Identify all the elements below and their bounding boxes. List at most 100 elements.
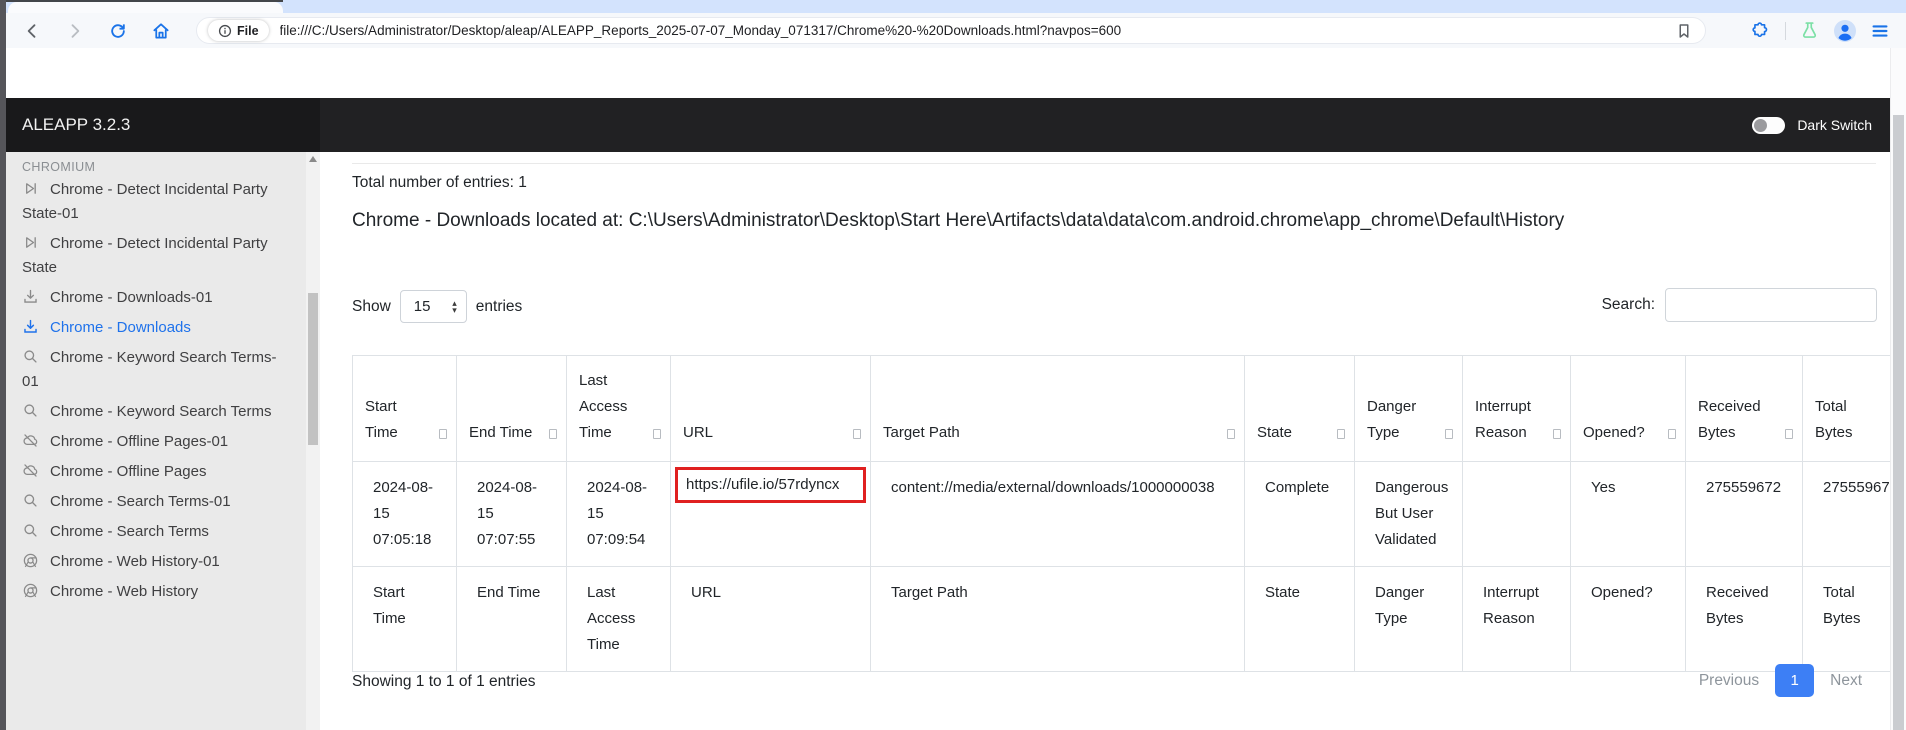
sidebar-item-label: Chrome - Detect Incidental Party State — [22, 235, 268, 276]
sidebar-item-label: Chrome - Downloads-01 — [50, 289, 213, 306]
labs-flask-icon[interactable] — [1799, 20, 1820, 41]
column-header-opened[interactable]: Opened? — [1570, 355, 1686, 462]
sidebar-item-search-terms-01[interactable]: Chrome - Search Terms-01 — [22, 490, 286, 514]
column-header-last-access-time[interactable]: Last Access Time — [566, 355, 671, 462]
active-tab[interactable] — [8, 2, 283, 13]
cell-received-bytes: 275559672 — [1685, 461, 1803, 567]
chrome-icon — [22, 582, 39, 599]
column-header-interrupt-reason[interactable]: Interrupt Reason — [1462, 355, 1571, 462]
sidebar-list: Chrome - Detect Incidental Party State-0… — [6, 178, 320, 610]
sort-icon — [439, 429, 447, 439]
cell-start-time: 2024-08-15 07:05:18 — [352, 461, 457, 567]
window-scrollbar-thumb[interactable] — [1893, 115, 1904, 730]
search-icon — [22, 522, 39, 539]
cell-opened: Yes — [1570, 461, 1686, 567]
sidebar-item-offline-pages[interactable]: Chrome - Offline Pages — [22, 460, 286, 484]
sort-icon — [1227, 429, 1235, 439]
sidebar-item-label: Chrome - Web History — [50, 583, 199, 600]
pagination: Previous 1 Next — [1699, 664, 1862, 697]
table-info-text: Showing 1 to 1 of 1 entries — [352, 673, 536, 690]
column-header-end-time[interactable]: End Time — [456, 355, 567, 462]
cell-state: Complete — [1244, 461, 1355, 567]
footer-opened: Opened? — [1570, 566, 1686, 672]
search-label: Search: — [1601, 296, 1655, 313]
table-row: 2024-08-15 07:05:18 2024-08-15 07:07:55 … — [352, 461, 1890, 567]
cell-total-bytes: 275559672 — [1802, 461, 1890, 567]
current-page-button[interactable]: 1 — [1775, 664, 1815, 697]
browser-tab-strip — [0, 0, 1906, 13]
page-length-control: Show 15 ▴ ▾ entries — [352, 290, 522, 323]
cell-url: https://ufile.io/57rdyncx — [670, 461, 871, 567]
footer-target-path: Target Path — [870, 566, 1245, 672]
show-label: Show — [352, 297, 391, 315]
sidebar-scrollbar[interactable] — [306, 152, 320, 730]
url-text[interactable]: file:///C:/Users/Administrator/Desktop/a… — [280, 23, 1675, 38]
total-entries-text: Total number of entries: 1 — [352, 174, 527, 191]
sort-icon — [853, 429, 861, 439]
sidebar-item-downloads-01[interactable]: Chrome - Downloads-01 — [22, 286, 286, 310]
cell-target-path: content://media/external/downloads/10000… — [870, 461, 1245, 567]
menu-hamburger-icon[interactable] — [1870, 21, 1890, 41]
column-header-state[interactable]: State — [1244, 355, 1355, 462]
window-scrollbar[interactable] — [1890, 48, 1906, 730]
url-highlight-box: https://ufile.io/57rdyncx — [675, 467, 866, 503]
skip-next-icon — [22, 234, 39, 251]
sidebar-item-web-history-01[interactable]: Chrome - Web History-01 — [22, 550, 286, 574]
back-icon[interactable] — [21, 20, 43, 42]
cloud-off-icon — [22, 432, 39, 449]
app-title: ALEAPP 3.2.3 — [22, 115, 131, 134]
main-content: Total number of entries: 1 Chrome - Down… — [320, 152, 1890, 730]
sidebar-section-title: CHROMIUM — [22, 160, 96, 174]
page-length-value: 15 — [413, 298, 431, 315]
toggle-knob — [1754, 118, 1768, 132]
select-arrows-icon: ▴ ▾ — [452, 298, 457, 315]
cloud-off-icon — [22, 462, 39, 479]
next-page-button[interactable]: Next — [1830, 672, 1862, 690]
file-scheme-chip[interactable]: File — [208, 20, 269, 41]
column-header-url[interactable]: URL — [670, 355, 871, 462]
sidebar-item-keyword-search-terms[interactable]: Chrome - Keyword Search Terms — [22, 400, 286, 424]
search-icon — [22, 348, 39, 365]
extensions-puzzle-icon[interactable] — [1751, 20, 1772, 41]
sidebar-item-label: Chrome - Keyword Search Terms-01 — [22, 349, 277, 390]
address-bar[interactable]: File file:///C:/Users/Administrator/Desk… — [196, 17, 1706, 44]
column-header-danger-type[interactable]: Danger Type — [1354, 355, 1463, 462]
file-chip-label: File — [237, 23, 259, 38]
previous-page-button[interactable]: Previous — [1699, 672, 1759, 690]
sidebar-item-downloads[interactable]: Chrome - Downloads — [22, 316, 286, 340]
scrollbar-up-arrow[interactable] — [309, 156, 317, 162]
column-header-total-bytes[interactable]: Total Bytes — [1802, 355, 1890, 462]
footer-last-access-time: Last Access Time — [566, 566, 671, 672]
app-header: ALEAPP 3.2.3 Dark Switch — [0, 98, 1890, 152]
search-input[interactable] — [1665, 288, 1877, 322]
sidebar-scrollbar-thumb[interactable] — [308, 293, 318, 445]
sidebar-item-offline-pages-01[interactable]: Chrome - Offline Pages-01 — [22, 430, 286, 454]
sidebar-item-web-history[interactable]: Chrome - Web History — [22, 580, 286, 604]
window-left-edge — [0, 0, 6, 730]
column-header-target-path[interactable]: Target Path — [870, 355, 1245, 462]
downloads-table-wrapper: Start Time End Time Last Access Time URL… — [352, 355, 1890, 730]
reload-icon[interactable] — [107, 20, 129, 42]
dark-mode-toggle[interactable] — [1752, 116, 1786, 134]
sort-icon — [653, 429, 661, 439]
footer-total-bytes: Total Bytes — [1802, 566, 1890, 672]
profile-avatar[interactable] — [1833, 19, 1857, 43]
entries-label: entries — [475, 297, 523, 315]
dark-switch-label: Dark Switch — [1797, 117, 1872, 133]
sidebar-item-label: Chrome - Offline Pages — [50, 463, 207, 480]
browser-toolbar: File file:///C:/Users/Administrator/Desk… — [0, 13, 1906, 48]
home-icon[interactable] — [150, 20, 172, 42]
app-header-brand-area: ALEAPP 3.2.3 — [0, 98, 320, 152]
sidebar-item-search-terms[interactable]: Chrome - Search Terms — [22, 520, 286, 544]
column-header-start-time[interactable]: Start Time — [352, 355, 457, 462]
sidebar-item-keyword-search-terms-01[interactable]: Chrome - Keyword Search Terms-01 — [22, 346, 286, 394]
sidebar-item-detect-incidental-party-state-01[interactable]: Chrome - Detect Incidental Party State-0… — [22, 178, 286, 226]
column-header-received-bytes[interactable]: Received Bytes — [1685, 355, 1803, 462]
table-footer-row: Start Time End Time Last Access Time URL… — [352, 566, 1890, 672]
sidebar: CHROMIUM Chrome - Detect Incidental Part… — [6, 152, 320, 730]
forward-icon[interactable] — [64, 20, 86, 42]
bookmark-icon[interactable] — [1675, 22, 1693, 40]
page-length-select[interactable]: 15 ▴ ▾ — [399, 290, 467, 323]
sidebar-item-detect-incidental-party-state[interactable]: Chrome - Detect Incidental Party State — [22, 232, 286, 280]
download-icon — [22, 318, 39, 335]
